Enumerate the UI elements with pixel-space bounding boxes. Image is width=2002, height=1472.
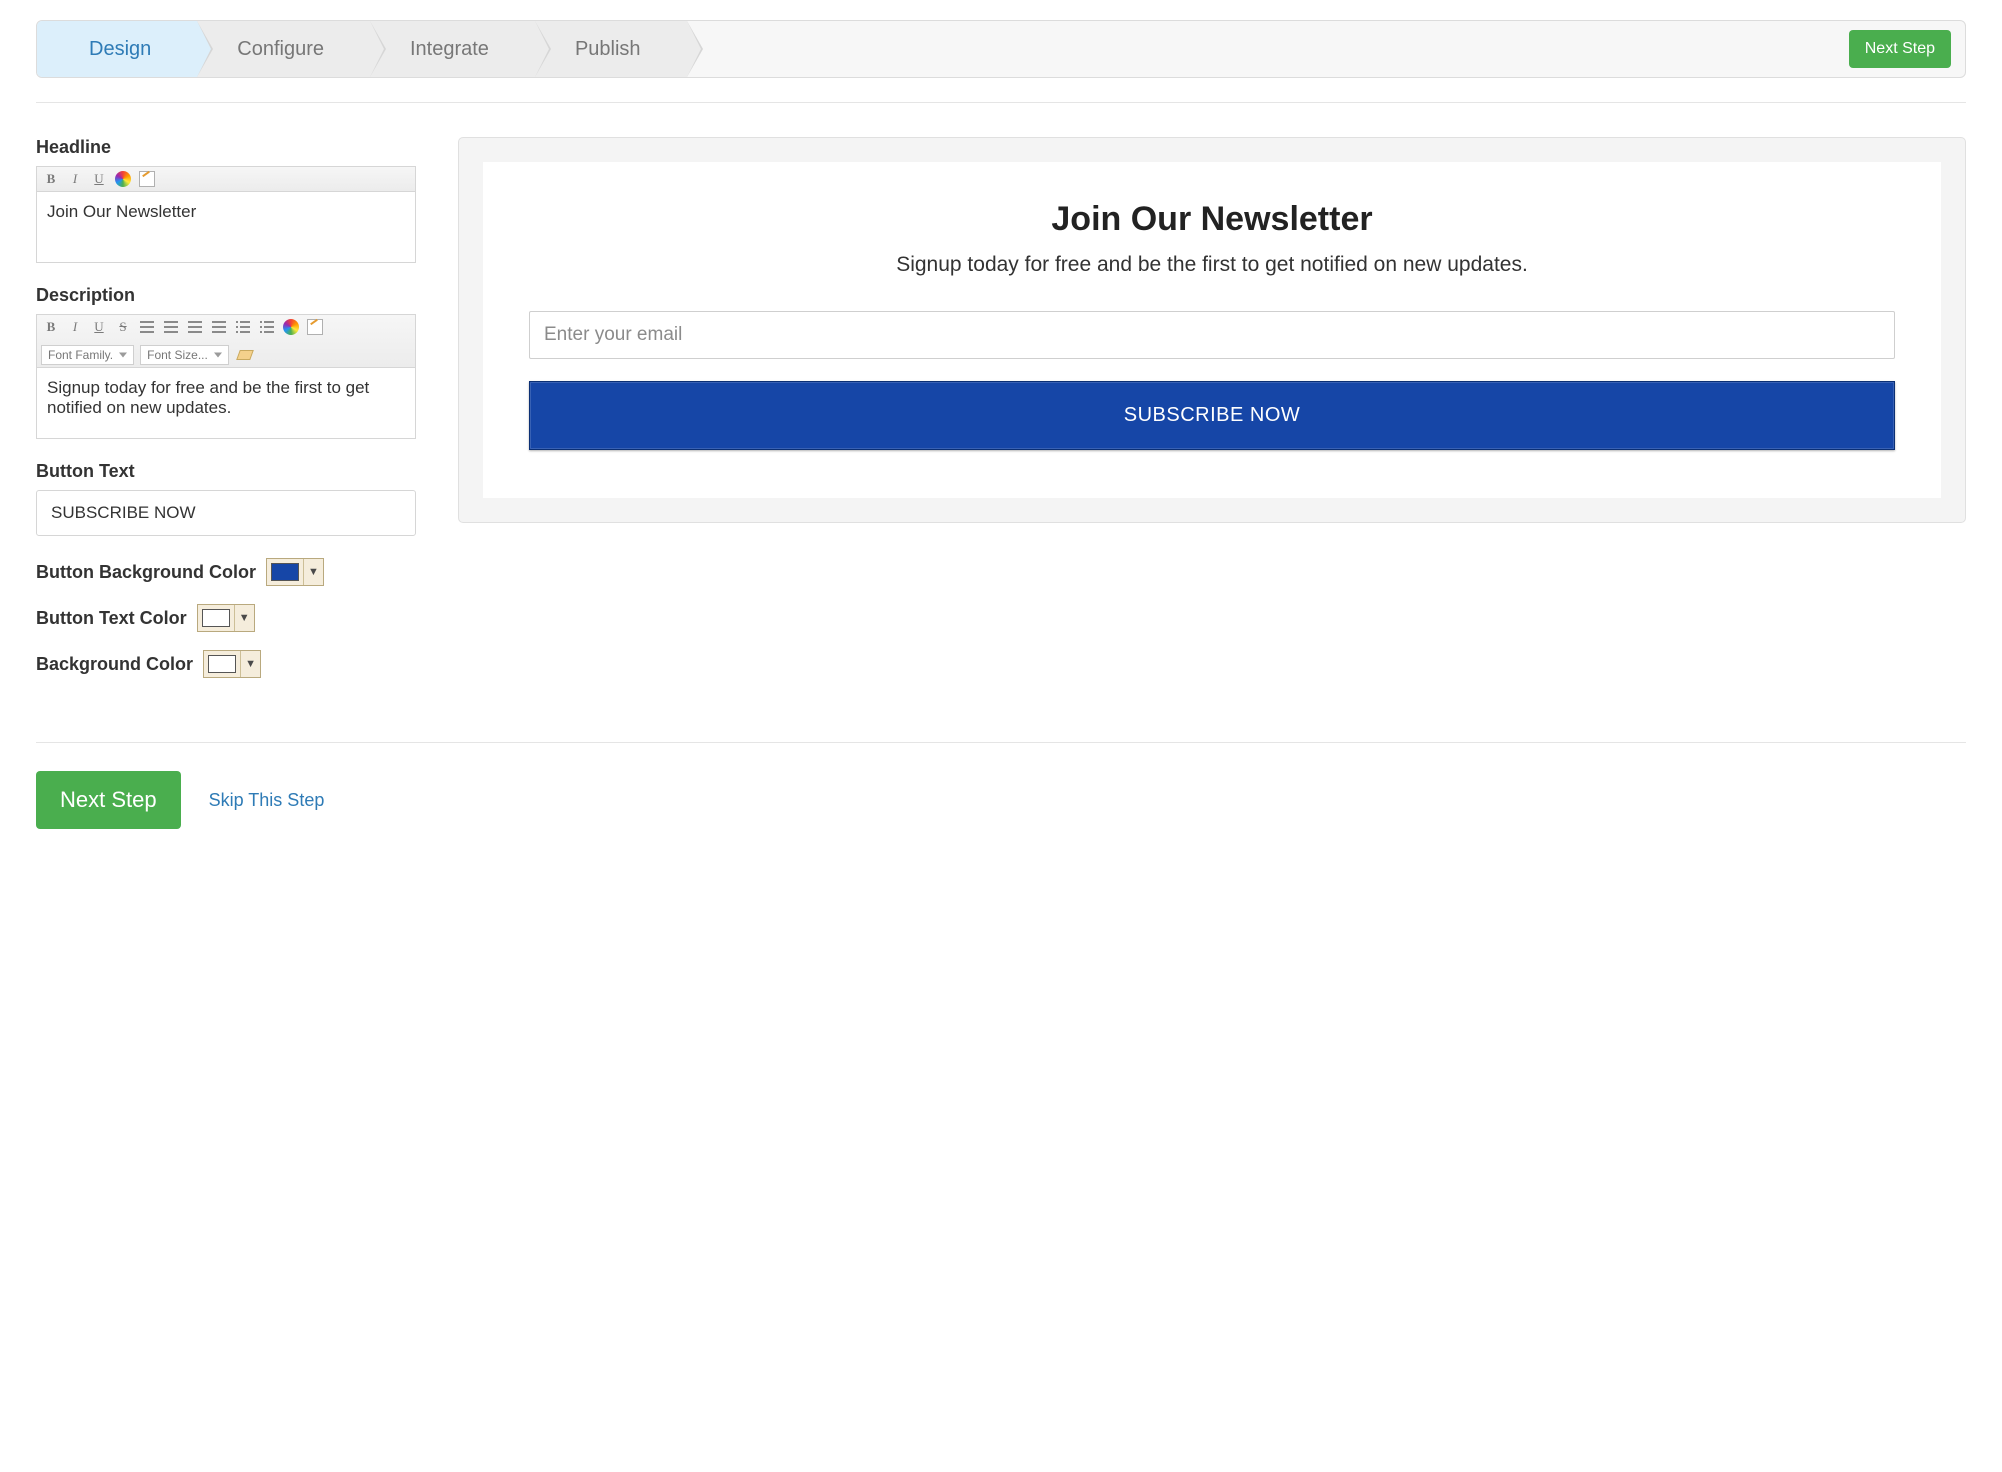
edit-icon[interactable]: [305, 317, 325, 337]
button-text-input[interactable]: [36, 490, 416, 536]
chevron-down-icon: ▼: [240, 651, 260, 677]
preview-card: Join Our Newsletter Signup today for fre…: [483, 162, 1941, 498]
preview-panel: Join Our Newsletter Signup today for fre…: [458, 137, 1966, 523]
text-color-icon[interactable]: [113, 169, 133, 189]
wizard-step-label: Configure: [237, 38, 324, 61]
align-justify-icon[interactable]: [209, 317, 229, 337]
preview-email-input[interactable]: [529, 311, 1895, 359]
bold-icon[interactable]: B: [41, 169, 61, 189]
unordered-list-icon[interactable]: [257, 317, 277, 337]
footer-actions: Next Step Skip This Step: [36, 771, 1966, 829]
wizard-step-integrate[interactable]: Integrate: [370, 21, 535, 77]
background-color-picker[interactable]: ▼: [203, 650, 261, 678]
text-color-icon[interactable]: [281, 317, 301, 337]
wizard-step-label: Publish: [575, 38, 641, 61]
separator: [36, 102, 1966, 103]
color-swatch: [271, 563, 299, 581]
strike-icon[interactable]: S: [113, 317, 133, 337]
wizard-steps: Design Configure Integrate Publish: [37, 21, 936, 77]
wizard-step-label: Design: [89, 38, 151, 61]
button-bg-color-label: Button Background Color: [36, 562, 256, 583]
align-center-icon[interactable]: [161, 317, 181, 337]
color-swatch: [208, 655, 236, 673]
bold-icon[interactable]: B: [41, 317, 61, 337]
chevron-down-icon: ▼: [234, 605, 254, 631]
italic-icon[interactable]: I: [65, 169, 85, 189]
wizard-step-publish[interactable]: Publish: [535, 21, 687, 77]
wizard-step-configure[interactable]: Configure: [197, 21, 370, 77]
align-right-icon[interactable]: [185, 317, 205, 337]
underline-icon[interactable]: U: [89, 169, 109, 189]
edit-icon[interactable]: [137, 169, 157, 189]
headline-editor: B I U Join Our Newsletter: [36, 166, 416, 263]
description-editor: B I U S Font Family. Font Size... Signup…: [36, 314, 416, 439]
chevron-down-icon: ▼: [303, 559, 323, 585]
preview-headline: Join Our Newsletter: [529, 200, 1895, 239]
wizard-step-label: Integrate: [410, 38, 489, 61]
headline-label: Headline: [36, 137, 416, 158]
wizard-bar: Design Configure Integrate Publish Next …: [36, 20, 1966, 78]
clear-format-icon[interactable]: [235, 345, 255, 365]
button-bg-color-picker[interactable]: ▼: [266, 558, 324, 586]
italic-icon[interactable]: I: [65, 317, 85, 337]
next-step-button-bottom[interactable]: Next Step: [36, 771, 181, 829]
description-input[interactable]: Signup today for free and be the first t…: [37, 368, 415, 438]
align-left-icon[interactable]: [137, 317, 157, 337]
description-label: Description: [36, 285, 416, 306]
next-step-button-top[interactable]: Next Step: [1849, 30, 1951, 68]
separator: [36, 742, 1966, 743]
font-size-select[interactable]: Font Size...: [140, 345, 229, 365]
button-text-label: Button Text: [36, 461, 416, 482]
underline-icon[interactable]: U: [89, 317, 109, 337]
preview-subscribe-button[interactable]: SUBSCRIBE NOW: [529, 381, 1895, 450]
ordered-list-icon[interactable]: [233, 317, 253, 337]
design-form: Headline B I U Join Our Newsletter Descr…: [36, 137, 416, 696]
button-text-color-picker[interactable]: ▼: [197, 604, 255, 632]
font-family-select[interactable]: Font Family.: [41, 345, 134, 365]
skip-step-link[interactable]: Skip This Step: [209, 790, 325, 811]
button-text-color-label: Button Text Color: [36, 608, 187, 629]
color-swatch: [202, 609, 230, 627]
headline-input[interactable]: Join Our Newsletter: [37, 192, 415, 262]
background-color-label: Background Color: [36, 654, 193, 675]
headline-toolbar: B I U: [37, 167, 415, 192]
preview-description: Signup today for free and be the first t…: [529, 253, 1895, 277]
description-toolbar: B I U S Font Family. Font Size...: [37, 315, 415, 368]
wizard-step-design[interactable]: Design: [37, 21, 197, 77]
